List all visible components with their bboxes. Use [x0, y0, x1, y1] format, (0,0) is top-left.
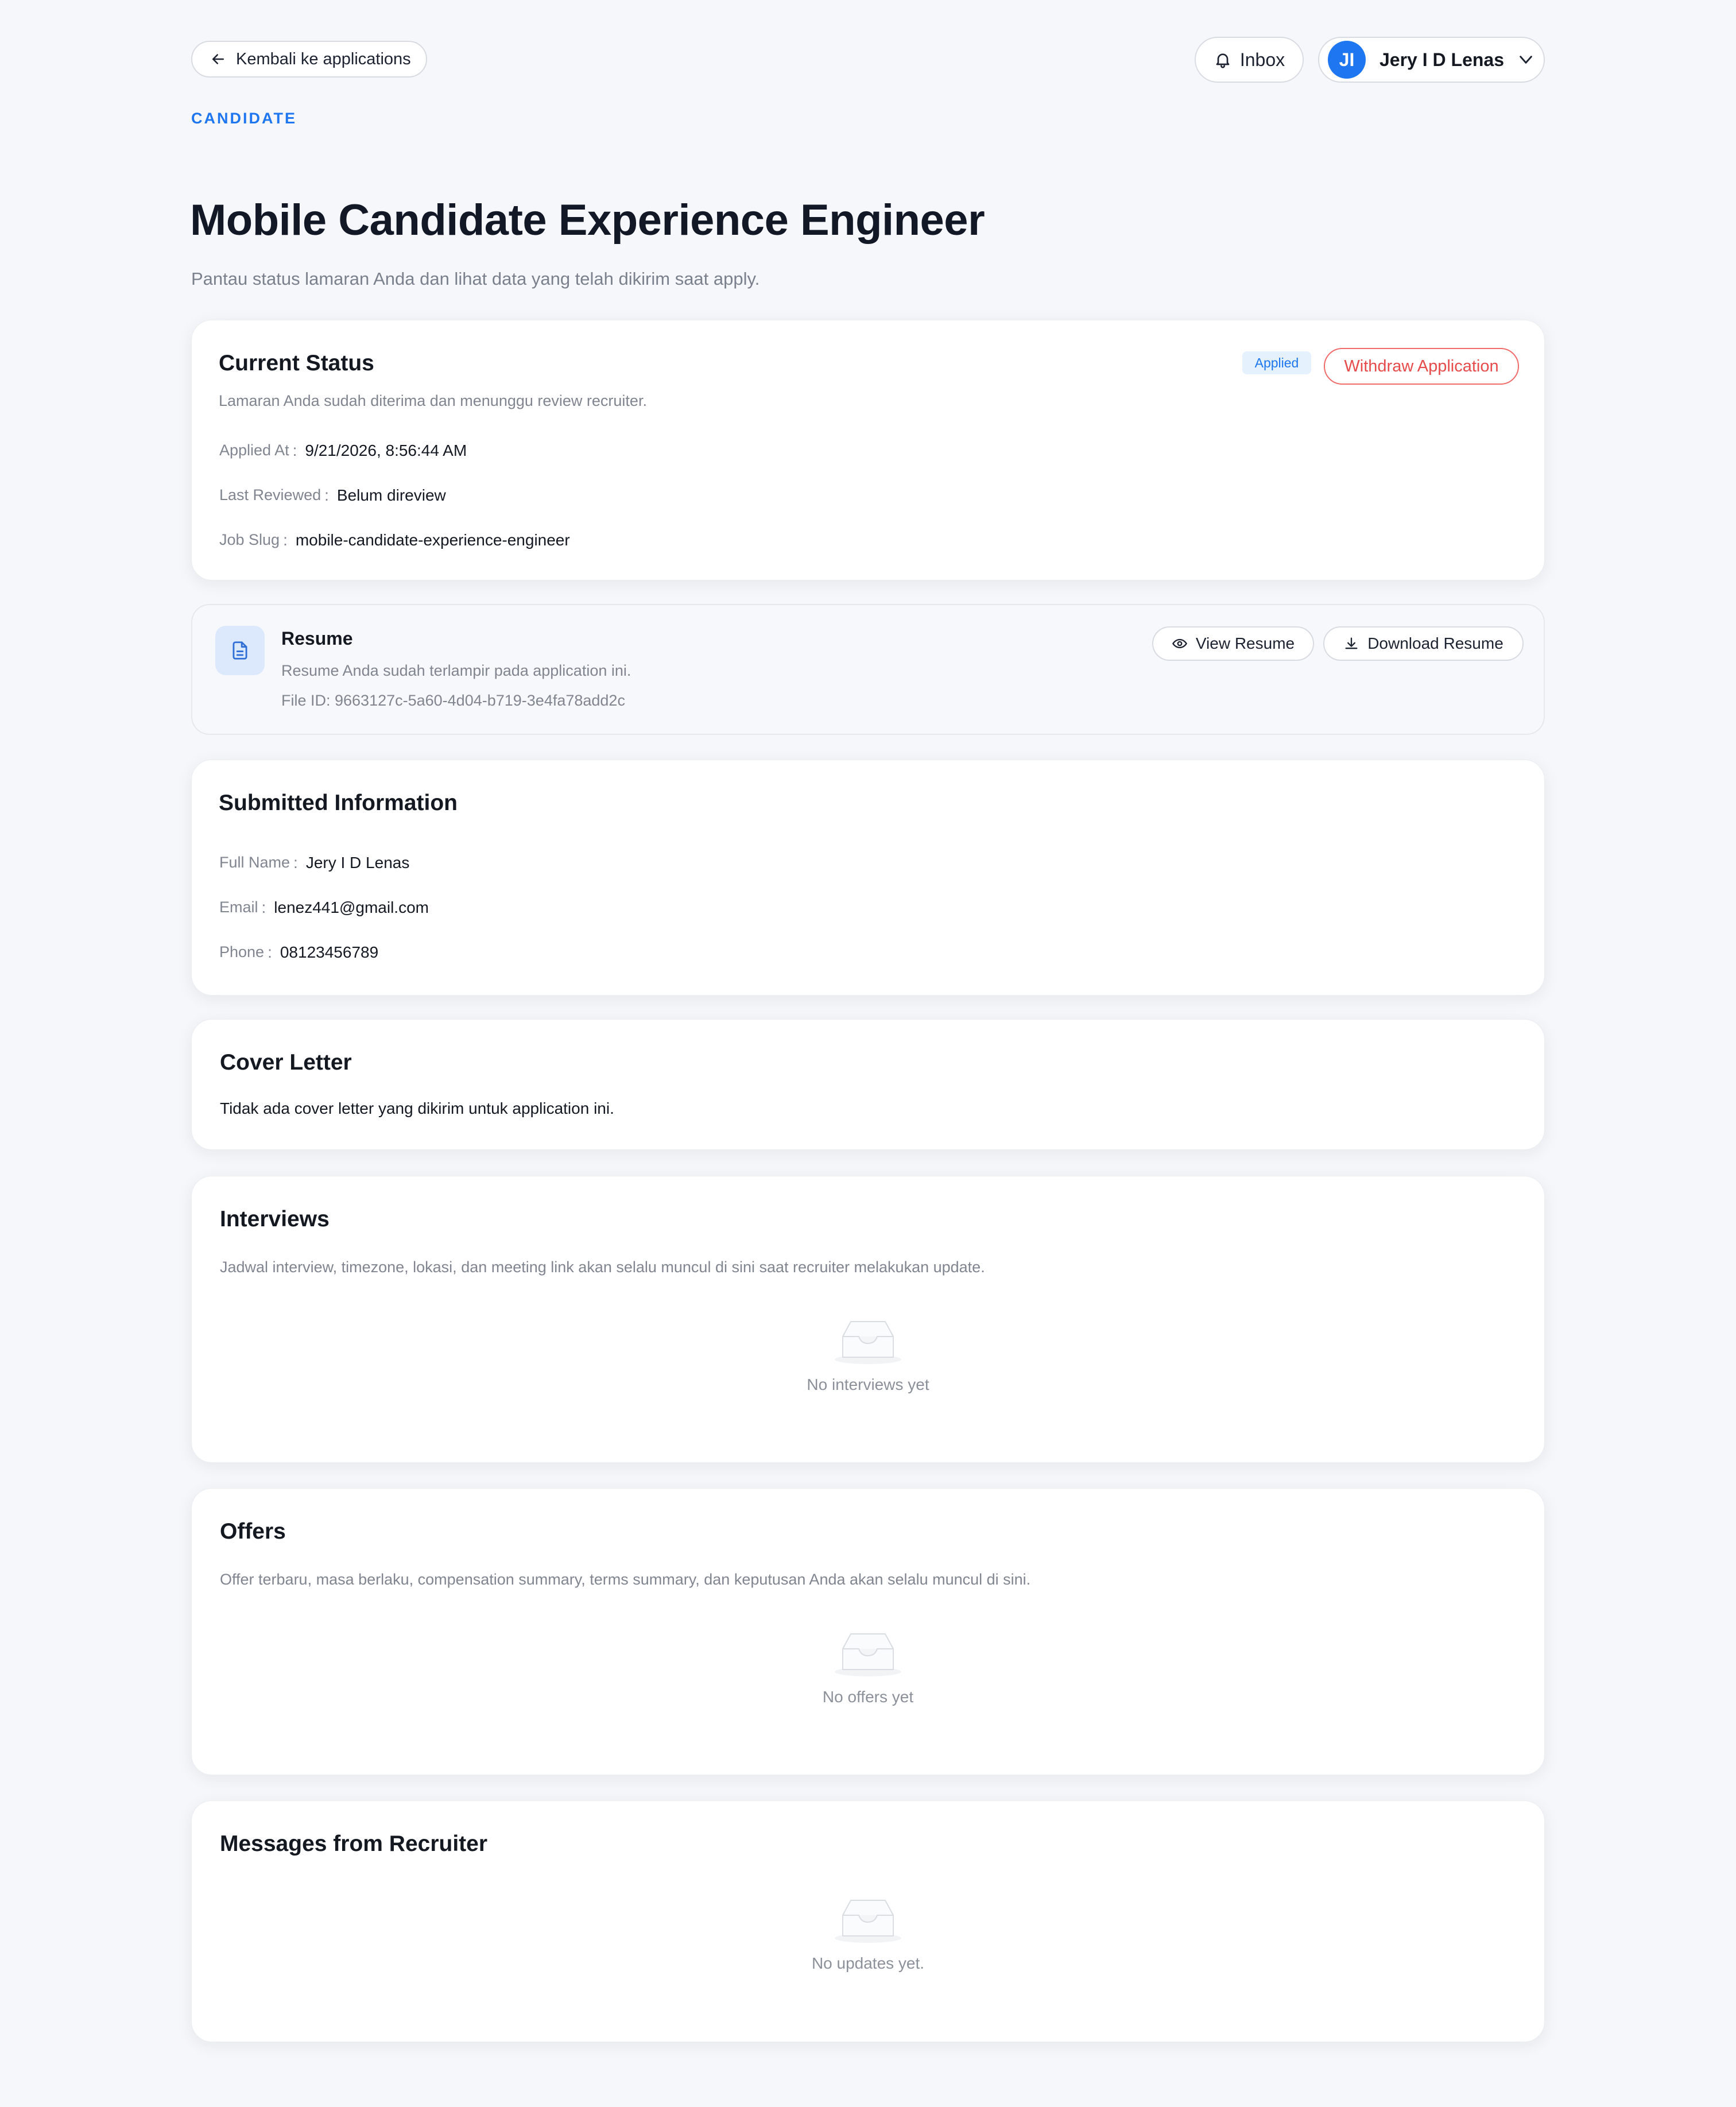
submitted-information-card: Submitted Information Full Name: Jery I … — [191, 760, 1545, 996]
field-label: Email — [219, 898, 258, 916]
current-status-card: Current Status Applied Withdraw Applicat… — [191, 320, 1545, 580]
messages-card: Messages from Recruiter No updates yet. — [191, 1800, 1545, 2042]
inbox-tray-icon — [835, 1321, 901, 1364]
download-icon — [1345, 637, 1358, 649]
inbox-label: Inbox — [1239, 49, 1285, 70]
inbox-tray-icon — [835, 1633, 901, 1676]
submitted-information-title: Submitted Information — [219, 791, 458, 815]
file-icon — [215, 626, 265, 675]
last-reviewed-field: Last Reviewed: Belum direview — [219, 486, 446, 504]
view-resume-label: View Resume — [1195, 634, 1295, 652]
interviews-title: Interviews — [220, 1207, 330, 1231]
offers-empty-state: No offers yet — [192, 1629, 1544, 1706]
resume-title: Resume — [281, 628, 353, 649]
field-label: Applied At — [219, 441, 289, 459]
eye-icon — [1172, 638, 1187, 649]
full-name-field: Full Name: Jery I D Lenas — [219, 854, 410, 872]
download-resume-button[interactable]: Download Resume — [1323, 626, 1524, 661]
applied-at-field: Applied At: 9/21/2026, 8:56:44 AM — [219, 441, 467, 459]
interviews-empty-state: No interviews yet — [192, 1317, 1544, 1394]
resume-file-id: File ID: 9663127c-5a60-4d04-b719-3e4fa78… — [281, 692, 625, 709]
field-label: Last Reviewed — [219, 486, 321, 503]
resume-card: Resume Resume Anda sudah terlampir pada … — [191, 604, 1545, 735]
phone-field: Phone: 08123456789 — [219, 943, 379, 961]
email-field: Email: lenez441@gmail.com — [219, 898, 429, 916]
bell-icon — [1216, 53, 1230, 68]
field-value: 9/21/2026, 8:56:44 AM — [305, 441, 467, 459]
interviews-description: Jadwal interview, timezone, lokasi, dan … — [220, 1258, 985, 1276]
inbox-tray-icon — [835, 1900, 901, 1943]
messages-empty-text: No updates yet. — [811, 1954, 925, 1972]
status-description: Lamaran Anda sudah diterima dan menunggu… — [219, 392, 647, 409]
application-detail-page: Kembali ke applications Inbox JI Jery I … — [0, 0, 1736, 2107]
avatar: JI — [1328, 41, 1366, 79]
chevron-down-icon — [1520, 56, 1532, 64]
field-value: Belum direview — [336, 486, 446, 504]
field-label: Job Slug — [219, 531, 280, 548]
page-eyebrow: CANDIDATE — [191, 110, 297, 127]
back-button-label: Kembali ke applications — [236, 49, 411, 68]
field-value: 08123456789 — [280, 943, 379, 961]
field-label: Phone — [219, 943, 265, 960]
resume-description: Resume Anda sudah terlampir pada applica… — [281, 662, 631, 679]
field-label: Full Name — [219, 854, 290, 871]
offers-empty-text: No offers yet — [822, 1688, 914, 1706]
user-menu-button[interactable]: JI Jery I D Lenas — [1318, 37, 1545, 83]
user-name: Jery I D Lenas — [1380, 49, 1504, 70]
current-status-title: Current Status — [219, 351, 374, 375]
back-to-applications-button[interactable]: Kembali ke applications — [191, 41, 427, 78]
field-value: Jery I D Lenas — [305, 854, 410, 872]
messages-empty-state: No updates yet. — [192, 1896, 1544, 1973]
field-value: mobile-candidate-experience-engineer — [295, 531, 570, 549]
cover-letter-card: Cover Letter Tidak ada cover letter yang… — [191, 1019, 1545, 1150]
page-subtitle: Pantau status lamaran Anda dan lihat dat… — [191, 269, 760, 289]
field-value: lenez441@gmail.com — [274, 898, 429, 916]
withdraw-application-button[interactable]: Withdraw Application — [1324, 348, 1519, 385]
messages-title: Messages from Recruiter — [220, 1831, 488, 1856]
interviews-empty-text: No interviews yet — [807, 1376, 929, 1393]
download-resume-label: Download Resume — [1367, 634, 1504, 652]
inbox-button[interactable]: Inbox — [1195, 37, 1304, 83]
page-title: Mobile Candidate Experience Engineer — [190, 196, 985, 245]
offers-description: Offer terbaru, masa berlaku, compensatio… — [220, 1571, 1031, 1588]
offers-title: Offers — [220, 1519, 286, 1544]
arrow-left-icon — [212, 54, 224, 64]
view-resume-button[interactable]: View Resume — [1152, 626, 1314, 661]
interviews-card: Interviews Jadwal interview, timezone, l… — [191, 1176, 1545, 1463]
status-badge: Applied — [1242, 351, 1311, 374]
cover-letter-title: Cover Letter — [220, 1050, 352, 1075]
job-slug-field: Job Slug: mobile-candidate-experience-en… — [219, 531, 570, 549]
offers-card: Offers Offer terbaru, masa berlaku, comp… — [191, 1488, 1545, 1775]
cover-letter-body: Tidak ada cover letter yang dikirim untu… — [220, 1099, 614, 1117]
